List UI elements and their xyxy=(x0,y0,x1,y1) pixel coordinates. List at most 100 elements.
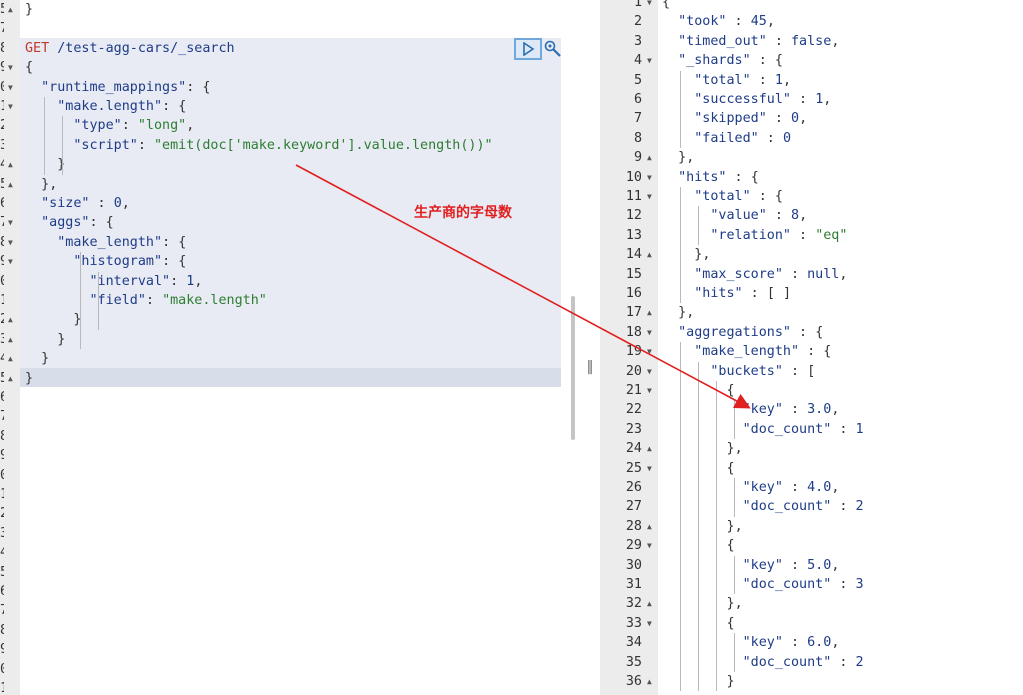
response-line: "buckets" : [ xyxy=(710,363,816,379)
line-number: 15 xyxy=(625,266,642,282)
indent-guide xyxy=(80,252,81,350)
active-line-highlight xyxy=(20,368,561,388)
line-number: 0 xyxy=(0,272,4,291)
line-number: 5 xyxy=(0,0,4,19)
unfold-toggle-icon[interactable]: ▲ xyxy=(8,349,13,368)
line-number: 23 xyxy=(625,421,642,437)
fold-toggle-icon[interactable]: ▼ xyxy=(8,58,13,77)
response-line: "_shards" : { xyxy=(678,53,783,69)
code-line: "script": "emit(doc['make.keyword'].valu… xyxy=(73,137,493,153)
request-editor[interactable]: 578901234567890123456789012345678901▲▼▼▼… xyxy=(0,0,571,695)
line-number: 17 xyxy=(625,305,642,321)
fold-toggle-icon[interactable]: ▼ xyxy=(8,252,13,271)
request-scrollbar[interactable] xyxy=(571,296,575,440)
line-number: 1 xyxy=(0,485,4,504)
annotation-label: 生产商的字母数 xyxy=(414,205,512,221)
unfold-toggle-icon[interactable]: ▲ xyxy=(8,175,13,194)
fold-toggle-icon[interactable]: ▼ xyxy=(647,536,652,555)
fold-toggle-icon[interactable]: ▼ xyxy=(647,362,652,381)
unfold-toggle-icon[interactable]: ▲ xyxy=(8,330,13,349)
response-line: "hits" : [ ] xyxy=(694,286,791,301)
line-number: 18 xyxy=(625,324,642,340)
code-line: "interval": 1, xyxy=(89,273,203,289)
unfold-toggle-icon[interactable]: ▲ xyxy=(647,439,652,458)
unfold-toggle-icon[interactable]: ▲ xyxy=(8,369,13,388)
response-line: "make_length" : { xyxy=(694,344,832,360)
line-number: 16 xyxy=(625,286,642,301)
unfold-toggle-icon[interactable]: ▲ xyxy=(8,0,13,19)
line-number: 19 xyxy=(625,344,642,360)
unfold-toggle-icon[interactable]: ▲ xyxy=(8,310,13,329)
unfold-toggle-icon[interactable]: ▲ xyxy=(647,245,652,264)
indent-guide xyxy=(680,70,681,149)
response-line: "key" : 6.0, xyxy=(742,635,840,651)
line-number: 24 xyxy=(625,441,642,457)
line-number: 22 xyxy=(625,402,642,418)
code-line: "type": "long", xyxy=(73,118,195,134)
play-icon xyxy=(523,42,535,56)
fold-toggle-icon[interactable]: ▼ xyxy=(8,78,13,97)
line-number: 9 xyxy=(633,150,642,166)
fold-toggle-icon[interactable]: ▼ xyxy=(8,213,13,232)
unfold-toggle-icon[interactable]: ▲ xyxy=(647,303,652,322)
line-number: 4 xyxy=(0,349,4,368)
indent-guide xyxy=(680,187,681,304)
fold-toggle-icon[interactable]: ▼ xyxy=(647,342,652,361)
fold-toggle-icon[interactable]: ▼ xyxy=(647,51,652,70)
unfold-toggle-icon[interactable]: ▲ xyxy=(8,155,13,174)
fold-toggle-icon[interactable]: ▼ xyxy=(647,614,652,633)
unfold-toggle-icon[interactable]: ▲ xyxy=(647,672,652,691)
pane-divider[interactable] xyxy=(571,0,600,695)
line-number: 5 xyxy=(633,72,642,88)
resize-handle-icon[interactable]: ‖ xyxy=(585,357,595,377)
code-line: } xyxy=(73,312,82,328)
unfold-toggle-icon[interactable]: ▲ xyxy=(647,148,652,167)
line-number: 12 xyxy=(625,208,642,224)
unfold-toggle-icon[interactable]: ▲ xyxy=(647,594,652,613)
response-line: "doc_count" : 2 xyxy=(742,654,864,670)
line-number: 32 xyxy=(625,596,642,612)
fold-toggle-icon[interactable]: ▼ xyxy=(647,168,652,187)
request-line[interactable]: GET /test-agg-cars/_search xyxy=(25,39,235,58)
fold-toggle-icon[interactable]: ▼ xyxy=(647,0,652,12)
fold-toggle-icon[interactable]: ▼ xyxy=(647,459,652,478)
code-line: "size" : 0, xyxy=(41,196,130,211)
response-line: "relation" : "eq" xyxy=(710,227,848,243)
request-settings-button[interactable] xyxy=(543,38,563,60)
response-line: "skipped" : 0, xyxy=(694,111,808,127)
line-number: 8 xyxy=(0,233,4,252)
code-line: } xyxy=(25,2,34,17)
line-number: 25 xyxy=(625,460,642,476)
line-number: 34 xyxy=(625,635,642,651)
response-line-gutter: 1 2 3 4 5 6 7 8 9 10 11 12 13 14 15 16 17 18 19 20 21 22 23 24 2… xyxy=(600,0,658,695)
response-line: }, xyxy=(678,150,695,166)
response-line: }, xyxy=(694,247,711,263)
line-number: 7 xyxy=(633,111,642,127)
run-request-button[interactable] xyxy=(514,38,542,60)
unfold-toggle-icon[interactable]: ▲ xyxy=(647,517,652,536)
code-line: } xyxy=(57,157,66,173)
fold-toggle-icon[interactable]: ▼ xyxy=(647,187,652,206)
fold-toggle-icon[interactable]: ▼ xyxy=(647,381,652,400)
indent-guide xyxy=(698,206,699,246)
line-number: 0 xyxy=(0,466,4,485)
indent-guide xyxy=(44,97,45,175)
line-number: 6 xyxy=(633,92,642,107)
fold-toggle-icon[interactable]: ▼ xyxy=(8,97,13,116)
indent-guide xyxy=(734,633,735,672)
line-number: 5 xyxy=(0,369,4,388)
response-line: }, xyxy=(678,305,695,321)
fold-toggle-icon[interactable]: ▼ xyxy=(8,233,13,252)
response-line: "aggregations" : { xyxy=(678,324,824,340)
line-number: 27 xyxy=(625,499,642,515)
request-method: GET xyxy=(25,40,50,56)
fold-toggle-icon[interactable]: ▼ xyxy=(647,323,652,342)
response-line: "timed_out" : false, xyxy=(678,33,840,49)
code-line: } xyxy=(57,331,66,347)
line-number: 9 xyxy=(0,446,4,465)
response-viewer[interactable]: 1 2 3 4 5 6 7 8 9 10 11 12 13 14 15 16 17 18 19 20 21 22 23 24 2… xyxy=(600,0,1023,695)
line-number: 3 xyxy=(633,33,642,49)
code-line: "runtime_mappings": { xyxy=(41,79,211,95)
line-number: 6 xyxy=(0,194,4,213)
line-number: 11 xyxy=(625,189,642,204)
